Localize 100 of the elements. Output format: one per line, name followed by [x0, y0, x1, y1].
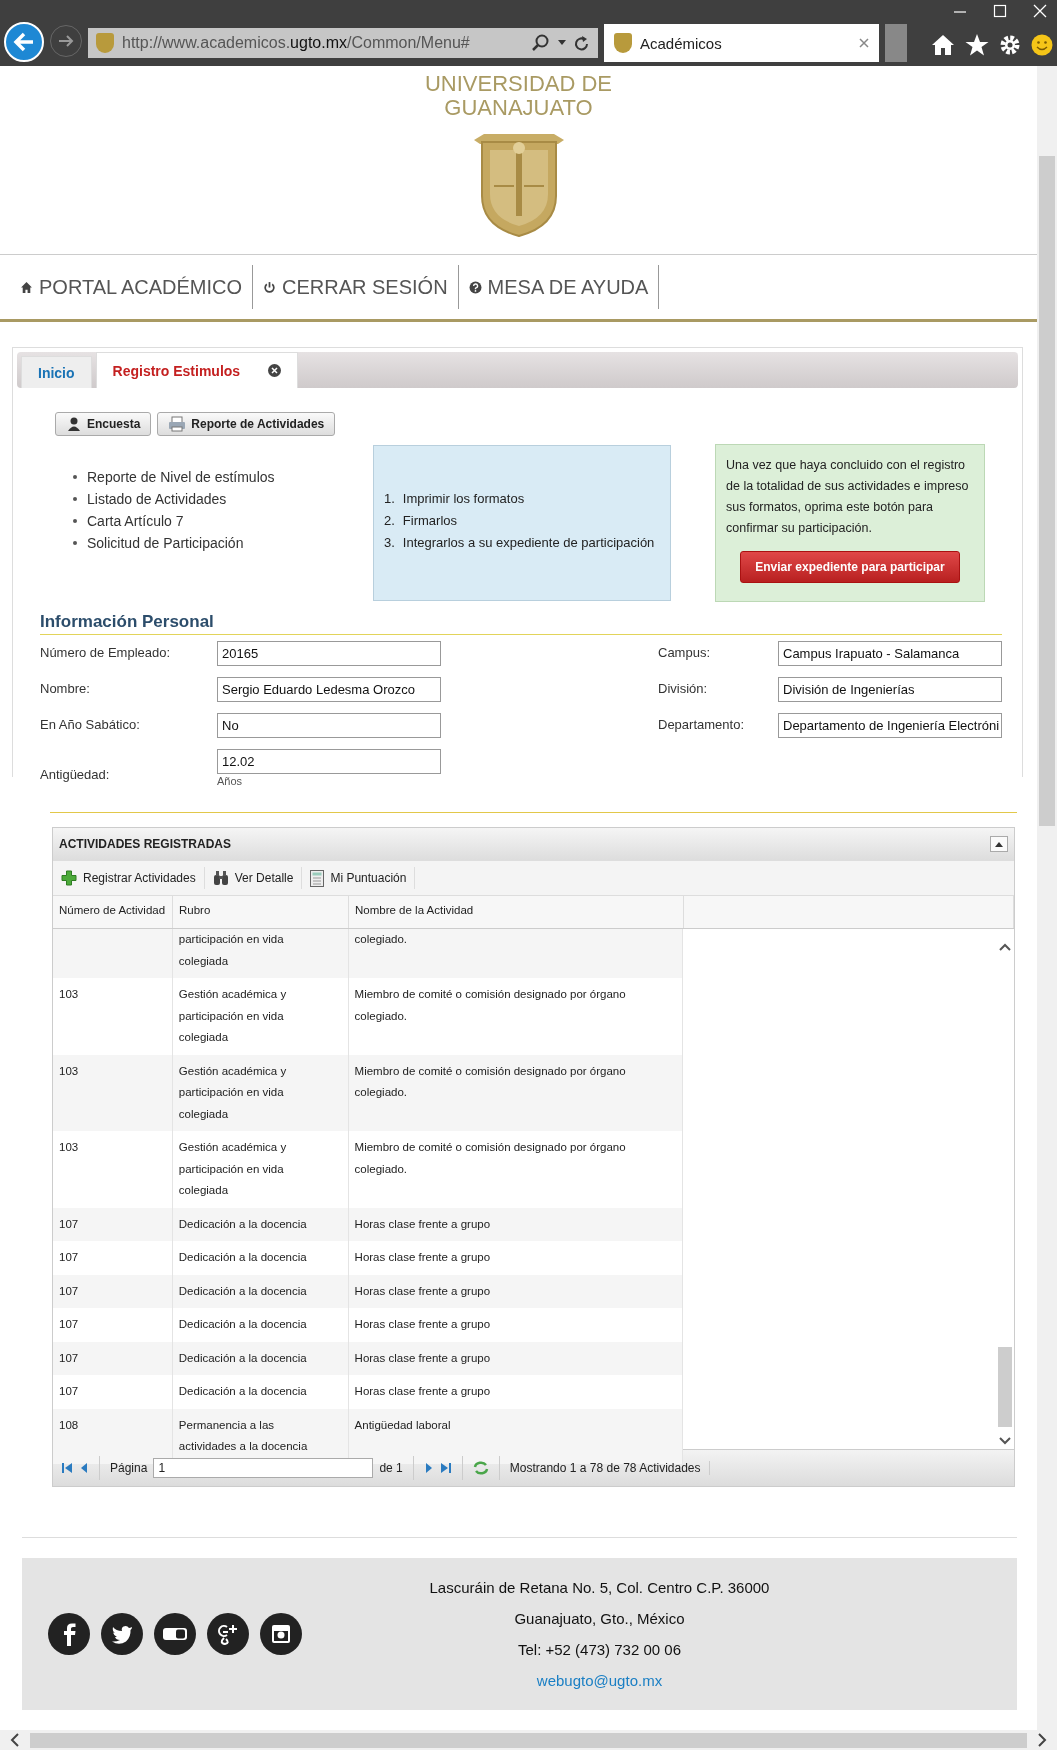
bullet-icon: [73, 541, 77, 545]
step-number: 2.: [384, 512, 395, 530]
help-icon: [468, 280, 482, 294]
grid-action[interactable]: Mi Puntuación: [302, 867, 416, 889]
bullet-icon: [73, 497, 77, 501]
input-field[interactable]: 20165: [217, 641, 441, 666]
browser-tab[interactable]: Académicos: [604, 24, 879, 62]
binoculars-icon: [212, 870, 229, 886]
report-link[interactable]: Listado de Actividades: [87, 488, 227, 510]
page-count: de 1: [379, 1461, 403, 1475]
status-text: Mostrando 1 a 78 de 78 Actividades: [509, 1461, 710, 1475]
next-page-icon[interactable]: [423, 1462, 434, 1474]
table-cell: 107: [53, 1207, 173, 1241]
table-cell: Horas clase frente a grupo: [348, 1274, 683, 1308]
address-bar[interactable]: http://www.academicos.ugto.mx/Common/Menu#: [88, 28, 598, 58]
table-cell: Horas clase frente a grupo: [348, 1207, 683, 1241]
step-text: Integrarlos a su expediente de participación: [402, 534, 655, 552]
table-cell: colegiado.: [348, 929, 683, 978]
search-icon[interactable]: [532, 34, 550, 52]
grid-title: ACTIVIDADES REGISTRADAS: [59, 837, 231, 851]
table-cell: Dedicación a la docencia: [172, 1308, 349, 1342]
submit-button[interactable]: Enviar expediente para participar: [740, 551, 960, 583]
table-cell: Gestión académica y participación en vida colegiada: [172, 1054, 349, 1131]
unit-label: Años: [217, 775, 244, 787]
scroll-thumb[interactable]: [30, 1733, 1027, 1748]
home-icon[interactable]: [931, 34, 955, 56]
star-icon[interactable]: [965, 34, 989, 56]
collapse-button[interactable]: [990, 836, 1008, 852]
forward-arrow-icon[interactable]: [58, 34, 74, 48]
field-label: Nombre:: [40, 680, 91, 696]
field-label: Número de Empleado:: [40, 644, 172, 660]
field-label: División:: [658, 680, 709, 696]
step-number: 1.: [384, 490, 395, 508]
scroll-up-icon[interactable]: [999, 943, 1011, 951]
column-header[interactable]: Nombre de la Actividad: [349, 896, 684, 928]
nav-link[interactable]: CERRAR SESIÓN: [253, 265, 459, 309]
table-cell: Horas clase frente a grupo: [348, 1341, 683, 1375]
table-cell: Miembro de comité o comisión designado por órgano colegiado.: [348, 978, 683, 1055]
input-field[interactable]: Campus Irapuato - Salamanca: [778, 641, 1002, 666]
column-header[interactable]: Número de Actividad: [53, 896, 173, 928]
caret-icon[interactable]: [995, 841, 1003, 847]
smiley-icon[interactable]: [1031, 34, 1053, 56]
report-link[interactable]: Carta Artículo 7: [87, 510, 184, 532]
table-cell: Dedicación a la docencia: [172, 1241, 349, 1275]
input-field[interactable]: Sergio Eduardo Ledesma Orozco: [217, 677, 441, 702]
scrollbar[interactable]: [1037, 66, 1057, 1730]
previous-page-icon[interactable]: [79, 1462, 89, 1474]
shield-icon: [96, 33, 114, 53]
scrollbar[interactable]: [0, 1730, 1057, 1750]
bullet-icon: [73, 519, 77, 523]
address-line: Lascuráin de Retana No. 5, Col. Centro C.P. 36000: [428, 1579, 771, 1596]
last-page-icon[interactable]: [439, 1462, 452, 1474]
settings-icon[interactable]: [999, 34, 1021, 56]
scroll-down-icon[interactable]: [999, 1437, 1011, 1445]
tab[interactable]: Registro Estimulos: [95, 352, 299, 388]
refresh-icon[interactable]: [574, 34, 590, 52]
field-label: Campus:: [658, 644, 712, 660]
toolbar-button[interactable]: Encuesta: [55, 412, 152, 436]
table-cell: 107: [53, 1308, 173, 1342]
table-cell: 103: [53, 978, 173, 1055]
printer-icon: [168, 416, 187, 432]
url-text: http://www.academicos.ugto.mx/Common/Menu#: [122, 34, 471, 52]
column-header[interactable]: Rubro: [173, 896, 349, 928]
scroll-thumb[interactable]: [1039, 156, 1055, 826]
youtube-icon[interactable]: [154, 1613, 196, 1655]
input-field[interactable]: División de Ingenierías: [778, 677, 1002, 702]
first-page-icon[interactable]: [61, 1462, 73, 1474]
grid-action[interactable]: Registrar Actividades: [53, 867, 205, 889]
tab[interactable]: Inicio: [21, 356, 92, 388]
report-link[interactable]: Solicitud de Participación: [87, 532, 244, 554]
table-cell: 103: [53, 1054, 173, 1131]
back-button[interactable]: [4, 22, 44, 62]
input-field[interactable]: 12.02: [217, 749, 441, 774]
nav-link[interactable]: PORTAL ACADÉMICO: [18, 265, 253, 309]
table-cell: Horas clase frente a grupo: [348, 1375, 683, 1409]
scroll-thumb[interactable]: [998, 1347, 1012, 1427]
shield-icon: [614, 33, 632, 53]
table-cell: 107: [53, 1375, 173, 1409]
input-field[interactable]: Departamento de Ingeniería Electróni: [778, 713, 1002, 738]
page-input[interactable]: 1: [153, 1458, 374, 1478]
grid-action[interactable]: Ver Detalle: [204, 867, 303, 889]
scroll-left-icon[interactable]: [10, 1733, 20, 1747]
caret-icon[interactable]: [558, 40, 566, 46]
toolbar-button[interactable]: Reporte de Actividades: [157, 412, 336, 436]
table-cell: Gestión académica y participación en vida colegiada: [172, 1131, 349, 1208]
close-icon[interactable]: [268, 364, 282, 377]
table-cell: Dedicación a la docencia: [172, 1341, 349, 1375]
nav-link[interactable]: MESA DE AYUDA: [458, 265, 660, 309]
back-arrow-icon[interactable]: [13, 32, 35, 52]
table-cell: Miembro de comité o comisión designado por órgano colegiado.: [348, 1054, 683, 1131]
scroll-right-icon[interactable]: [1037, 1733, 1047, 1747]
table-cell: 103: [53, 1131, 173, 1208]
report-link[interactable]: Reporte de Nivel de estímulos: [87, 466, 275, 488]
instagram-icon[interactable]: [260, 1613, 302, 1655]
facebook-icon[interactable]: [48, 1613, 90, 1655]
twitter-icon[interactable]: [101, 1613, 143, 1655]
maximize-icon[interactable]: [993, 4, 1007, 18]
input-field[interactable]: No: [217, 713, 441, 738]
google-plus-icon[interactable]: [207, 1613, 249, 1655]
table-cell: Horas clase frente a grupo: [348, 1241, 683, 1275]
